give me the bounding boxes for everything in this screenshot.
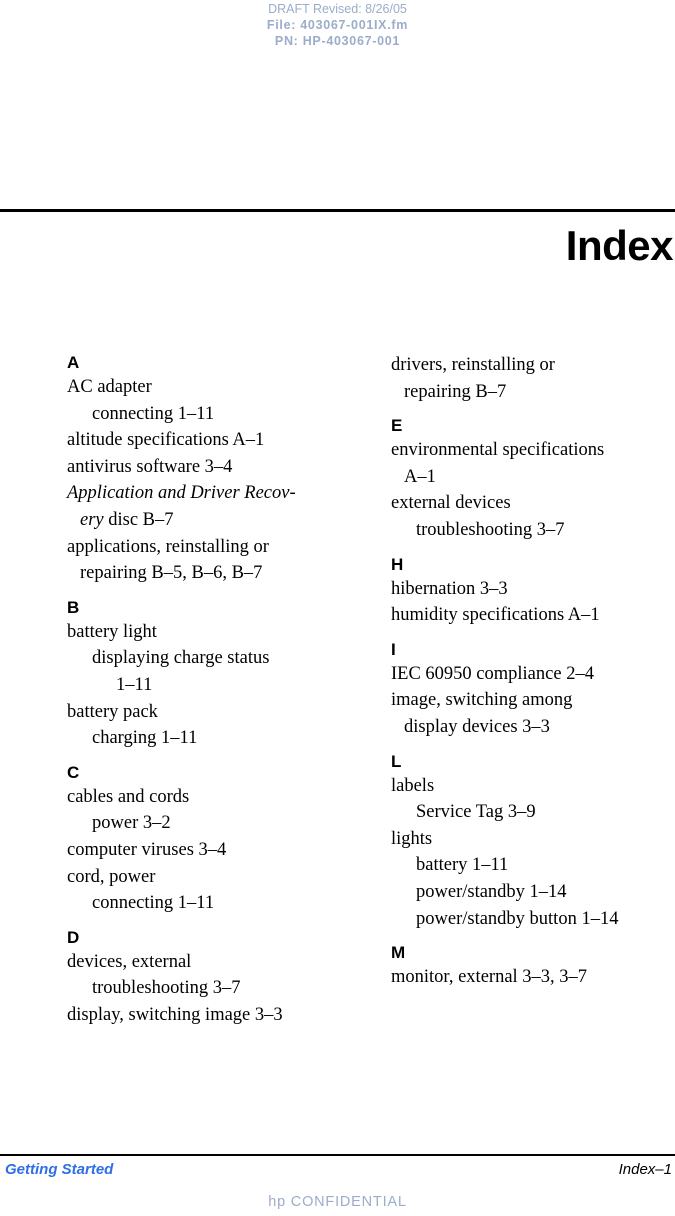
index-entry: cord, power bbox=[67, 866, 156, 887]
index-entry: monitor, external 3–3, 3–7 bbox=[391, 967, 588, 988]
index-letter-heading: I bbox=[391, 639, 396, 659]
page-title: Index bbox=[565, 222, 674, 269]
index-entry: computer viruses 3–4 bbox=[67, 839, 227, 860]
index-entry: power 3–2 bbox=[92, 813, 171, 834]
index-entry: troubleshooting 3–7 bbox=[92, 978, 241, 999]
index-letter-heading: M bbox=[391, 943, 406, 963]
footer: Getting Started Index–1 bbox=[0, 1159, 675, 1183]
index-entry: repairing B–7 bbox=[404, 381, 507, 402]
index-entry: battery 1–11 bbox=[416, 855, 509, 876]
footer-divider-rule bbox=[0, 1154, 675, 1156]
index-entry: labels bbox=[391, 775, 435, 796]
index-entry: image, switching among bbox=[391, 690, 573, 711]
index-entry: antivirus software 3–4 bbox=[67, 456, 233, 477]
index-letter-heading: C bbox=[67, 762, 80, 782]
index-entry: humidity specifications A–1 bbox=[391, 605, 600, 626]
draft-file-line: File: 403067-001IX.fm bbox=[266, 18, 409, 32]
index-entry: connecting 1–11 bbox=[92, 403, 215, 424]
index-entry: battery light bbox=[67, 621, 157, 642]
index-entry: cables and cords bbox=[67, 786, 190, 807]
draft-header: DRAFT Revised: 8/26/05 File: 403067-001I… bbox=[0, 0, 675, 49]
index-entry: repairing B–5, B–6, B–7 bbox=[80, 563, 263, 584]
index-entry: 1–11 bbox=[116, 674, 153, 695]
confidential-notice: hp CONFIDENTIAL bbox=[268, 1194, 407, 1210]
index-letter-heading: E bbox=[391, 416, 403, 436]
index-entry: drivers, reinstalling or bbox=[391, 355, 555, 375]
index-entry: environmental specifications bbox=[391, 440, 605, 461]
index-entry: external devices bbox=[391, 493, 511, 514]
index-letter-heading: B bbox=[67, 597, 80, 617]
index-column-left: A AC adapter connecting 1–11 altitude speci… bbox=[67, 352, 350, 1028]
index-letter-heading: L bbox=[391, 751, 402, 771]
index-entry: lights bbox=[391, 828, 433, 849]
title-divider-rule bbox=[0, 209, 675, 212]
index-letter-heading: D bbox=[67, 927, 80, 947]
draft-revision-line: DRAFT Revised: 8/26/05 bbox=[268, 2, 407, 16]
index-entry: displaying charge status bbox=[92, 648, 270, 669]
index-entry: troubleshooting 3–7 bbox=[416, 519, 565, 540]
index-entry: AC adapter bbox=[67, 377, 152, 397]
index-entry: Application and Driver Recov- bbox=[67, 483, 296, 504]
index-entry: altitude specifications A–1 bbox=[67, 430, 265, 451]
index-entry: IEC 60950 compliance 2–4 bbox=[391, 663, 594, 684]
footer-page-number: Index–1 bbox=[618, 1161, 672, 1178]
index-body: A AC adapter connecting 1–11 altitude speci… bbox=[0, 352, 675, 1112]
index-entry: hibernation 3–3 bbox=[391, 578, 508, 599]
index-letter-heading: H bbox=[391, 554, 404, 574]
index-entry: Service Tag 3–9 bbox=[416, 802, 536, 823]
index-entry: display, switching image 3–3 bbox=[67, 1004, 283, 1025]
index-entry: applications, reinstalling or bbox=[67, 536, 269, 557]
index-entry: ery disc B–7 bbox=[80, 509, 174, 530]
index-entry: charging 1–11 bbox=[92, 728, 198, 749]
index-entry: battery pack bbox=[67, 701, 158, 722]
index-entry: devices, external bbox=[67, 951, 192, 972]
index-entry: A–1 bbox=[404, 466, 436, 487]
draft-pn-line: PN: HP-403067-001 bbox=[274, 34, 401, 48]
index-entry: power/standby 1–14 bbox=[416, 881, 567, 902]
index-entry: power/standby button 1–14 bbox=[416, 908, 619, 929]
index-entry: connecting 1–11 bbox=[92, 893, 215, 914]
index-letter-heading: A bbox=[67, 353, 80, 372]
index-column-right: drivers, reinstalling or repairing B–7 Een… bbox=[391, 352, 674, 991]
index-entry: display devices 3–3 bbox=[404, 716, 550, 737]
footer-book-title: Getting Started bbox=[5, 1161, 114, 1178]
